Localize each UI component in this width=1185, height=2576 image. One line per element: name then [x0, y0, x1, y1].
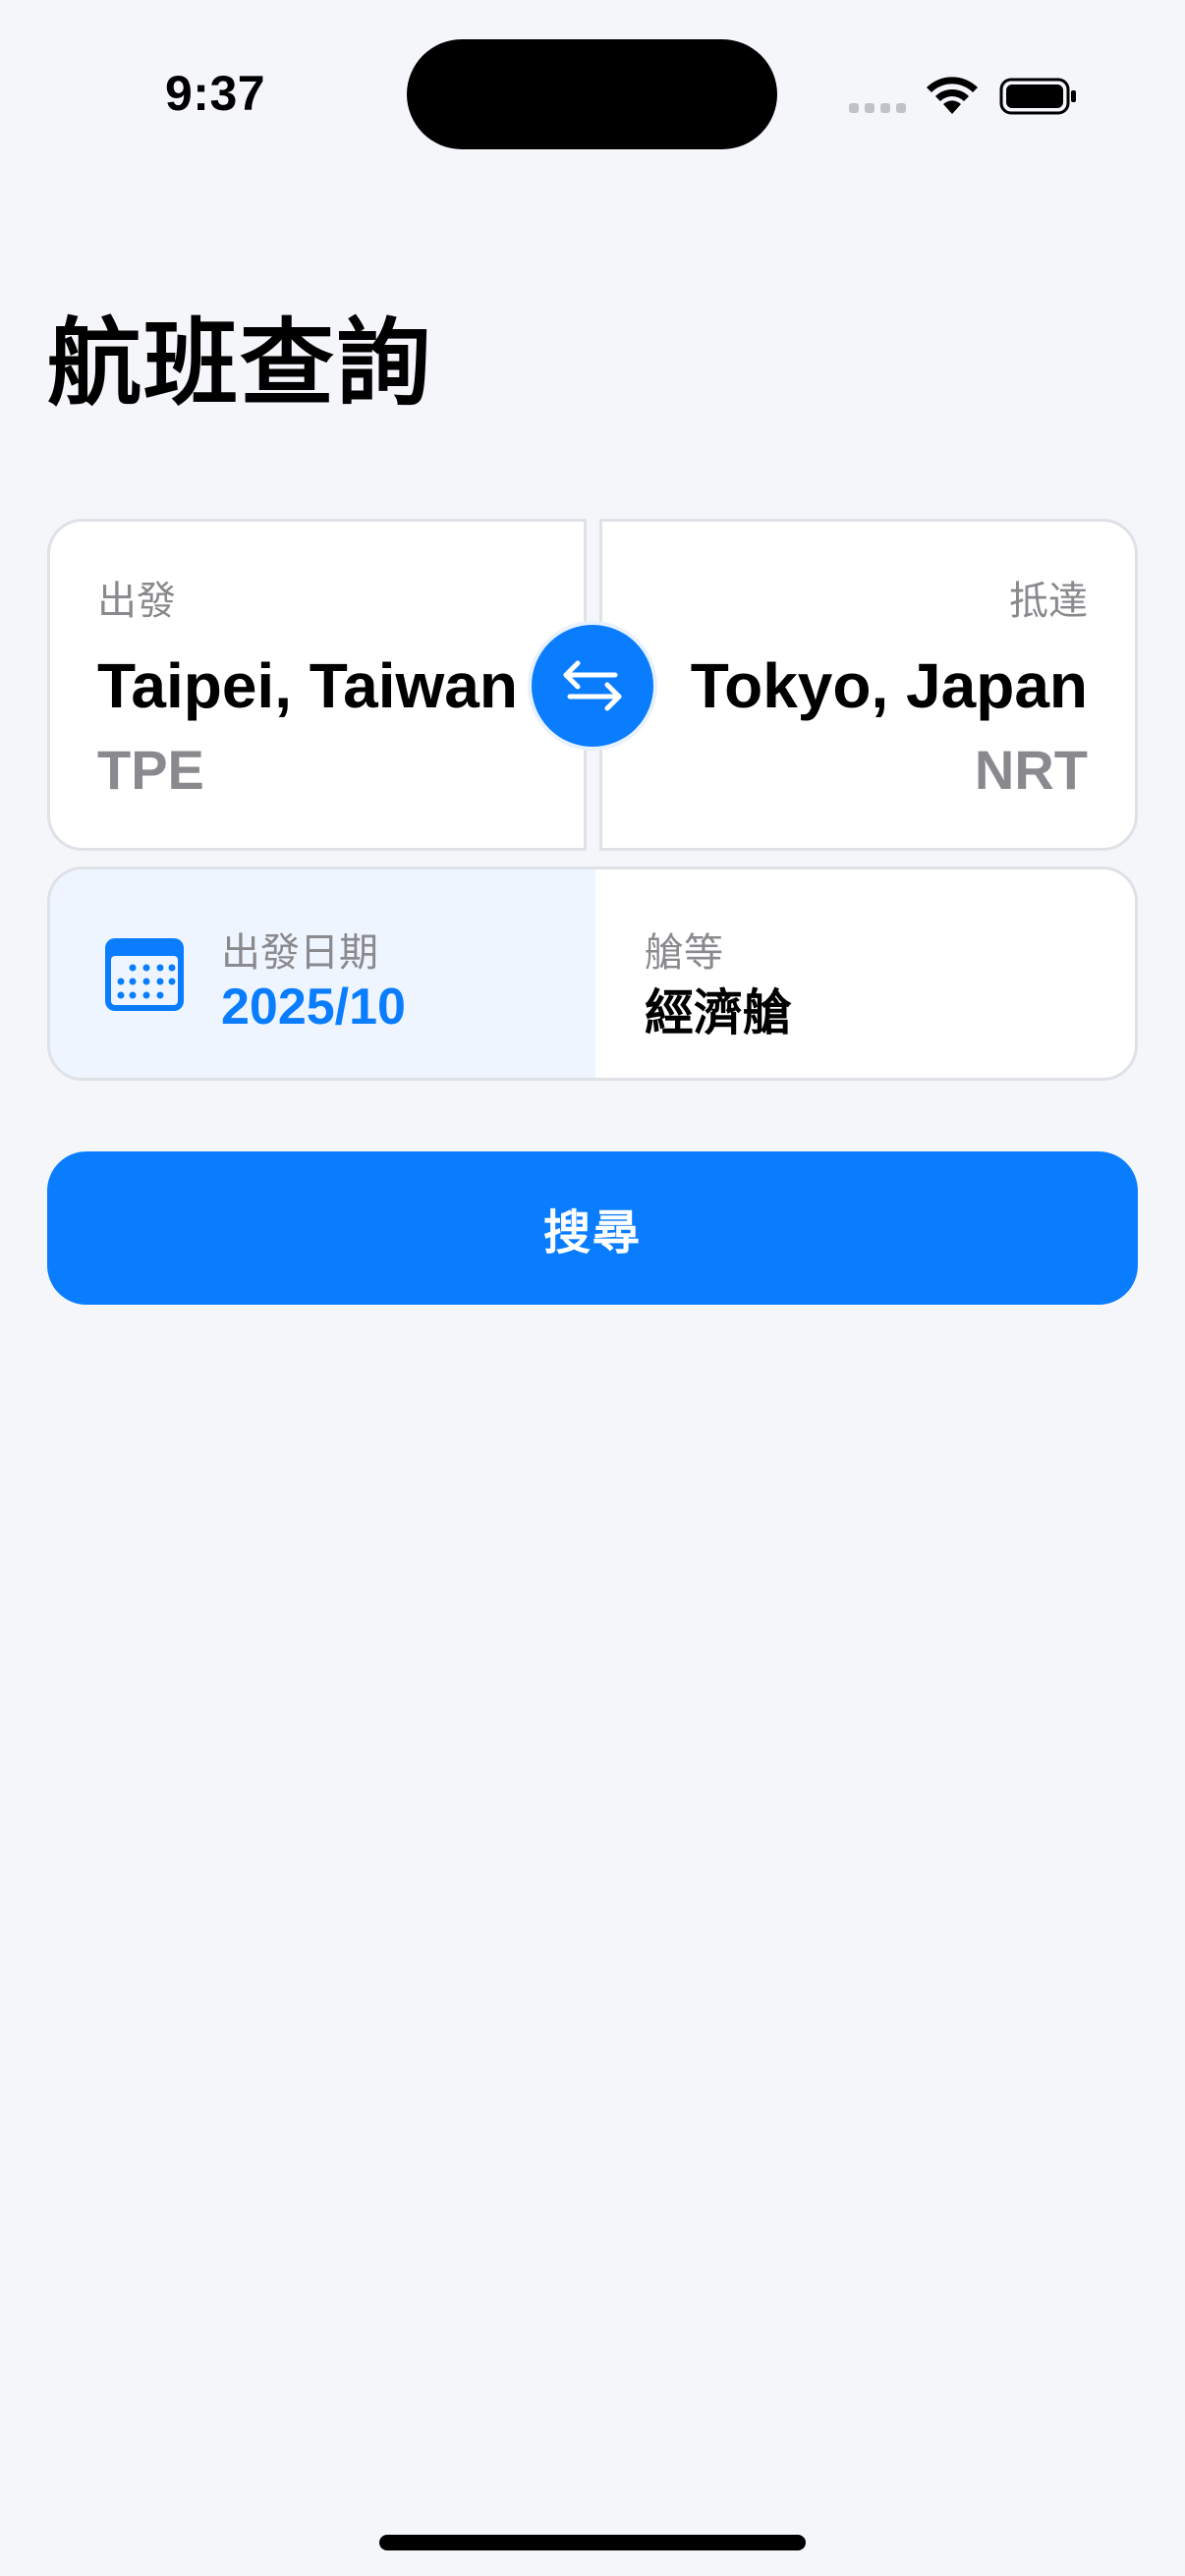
home-indicator[interactable] [379, 2535, 806, 2550]
departure-date-picker[interactable]: 出發日期 2025/10 [50, 869, 595, 1078]
status-time: 9:37 [165, 66, 266, 121]
wifi-icon [927, 77, 978, 114]
page-title: 航班查詢 [47, 308, 432, 419]
arrival-card[interactable]: 抵達 Tokyo, Japan NRT [599, 519, 1138, 851]
arrival-city: Tokyo, Japan [690, 650, 1088, 721]
cabin-class-label: 艙等 [645, 930, 723, 976]
swap-arrows-icon [563, 660, 622, 711]
departure-label: 出發 [97, 579, 176, 624]
departure-date-value: 2025/10 [221, 979, 406, 1036]
departure-city: Taipei, Taiwan [97, 650, 518, 721]
cabin-class-value: 經濟艙 [645, 984, 792, 1041]
cabin-class-picker[interactable]: 艙等 經濟艙 [595, 869, 1135, 1078]
departure-airport-code: TPE [97, 739, 204, 801]
trip-options-card: 出發日期 2025/10 艙等 經濟艙 [47, 867, 1138, 1081]
departure-date-label: 出發日期 [221, 930, 378, 976]
search-button[interactable]: 搜尋 [47, 1151, 1138, 1305]
battery-icon [999, 78, 1076, 115]
arrival-label: 抵達 [1009, 579, 1088, 624]
calendar-icon [105, 938, 184, 1011]
swap-route-button[interactable] [528, 621, 657, 751]
dynamic-island [407, 39, 777, 149]
cellular-signal-icon [849, 103, 906, 113]
arrival-airport-code: NRT [974, 739, 1088, 801]
departure-card[interactable]: 出發 Taipei, Taiwan TPE [47, 519, 587, 851]
